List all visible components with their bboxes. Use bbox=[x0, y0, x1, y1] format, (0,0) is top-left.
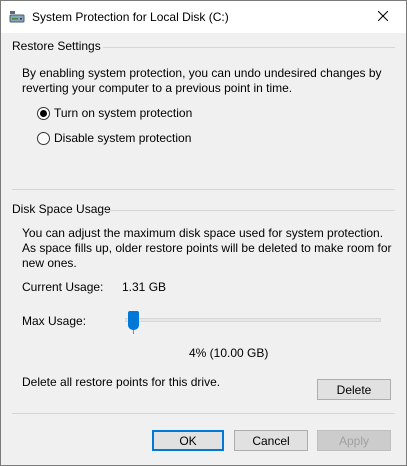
max-usage-slider-track[interactable] bbox=[125, 318, 381, 322]
close-icon bbox=[377, 10, 389, 24]
disable-protection-label: Disable system protection bbox=[54, 131, 192, 145]
current-usage-label: Current Usage: bbox=[22, 280, 104, 294]
turn-on-protection-label: Turn on system protection bbox=[54, 106, 193, 120]
disk-space-divider bbox=[103, 210, 395, 211]
restore-settings-divider bbox=[103, 47, 395, 48]
ok-button[interactable]: OK bbox=[152, 430, 224, 451]
disk-space-description: You can adjust the maximum disk space us… bbox=[22, 226, 392, 270]
max-usage-slider-thumb[interactable] bbox=[128, 311, 139, 330]
max-usage-value: 4% (10.00 GB) bbox=[189, 346, 269, 360]
restore-settings-description: By enabling system protection, you can u… bbox=[22, 66, 382, 95]
disable-protection-radio[interactable]: Disable system protection bbox=[37, 130, 191, 146]
restore-settings-heading: Restore Settings bbox=[12, 39, 101, 53]
close-button[interactable] bbox=[360, 1, 406, 33]
system-protection-dialog: System Protection for Local Disk (C:) Re… bbox=[0, 0, 407, 466]
footer-divider bbox=[12, 413, 395, 414]
disk-space-heading: Disk Space Usage bbox=[12, 202, 111, 216]
title-bar: System Protection for Local Disk (C:) bbox=[1, 1, 406, 33]
delete-restore-points-text: Delete all restore points for this drive… bbox=[22, 375, 221, 389]
slider-tick bbox=[133, 330, 134, 334]
cancel-button[interactable]: Cancel bbox=[234, 430, 308, 451]
drive-protection-icon bbox=[9, 10, 25, 24]
current-usage-value: 1.31 GB bbox=[122, 280, 167, 294]
section-divider bbox=[12, 189, 395, 190]
radio-button-unchecked[interactable] bbox=[37, 131, 50, 145]
apply-button[interactable]: Apply bbox=[317, 430, 391, 451]
max-usage-label: Max Usage: bbox=[22, 314, 87, 328]
delete-button[interactable]: Delete bbox=[317, 379, 391, 400]
turn-on-protection-radio[interactable]: Turn on system protection bbox=[37, 105, 192, 121]
radio-button-checked[interactable] bbox=[37, 106, 50, 120]
window-title: System Protection for Local Disk (C:) bbox=[32, 10, 229, 24]
